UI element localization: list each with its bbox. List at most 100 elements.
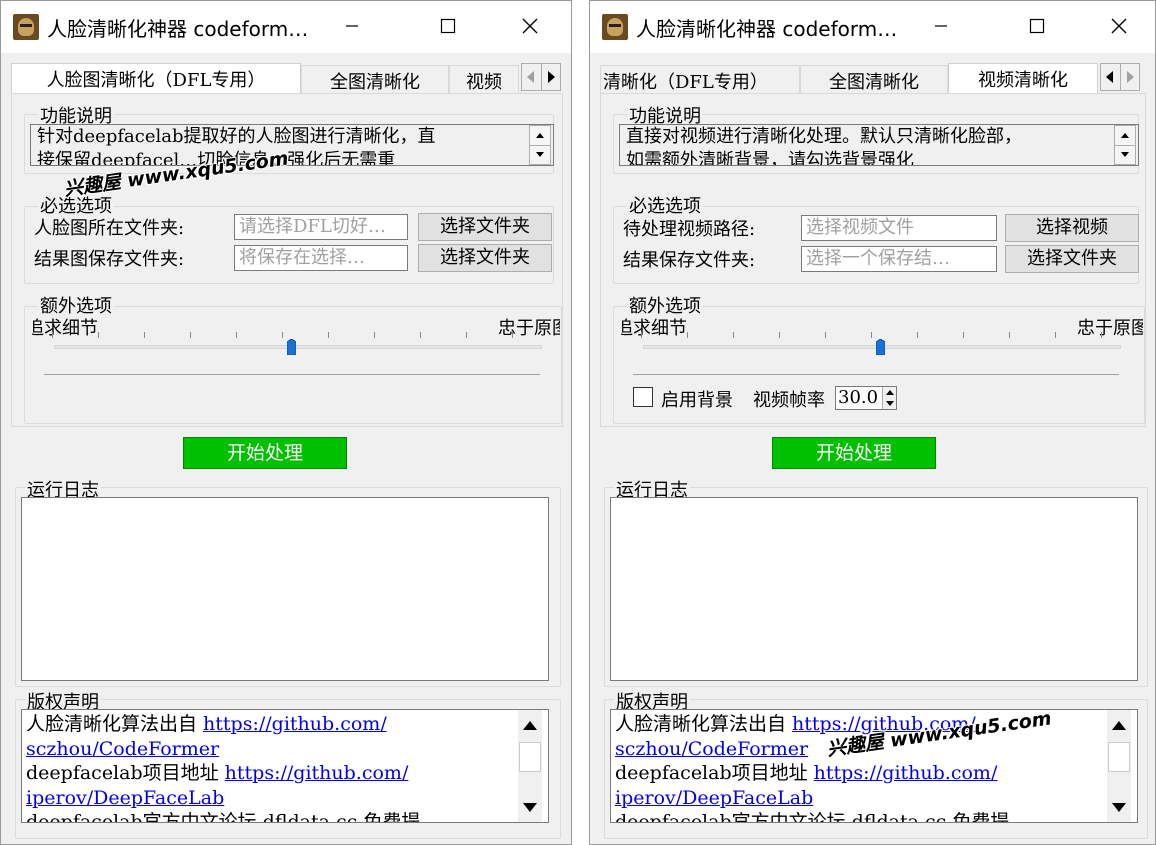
tab-panel: 功能说明 针对deepfacelab提取好的人脸图进行清晰化，直 接保留deep… <box>11 93 563 427</box>
spin-up-button[interactable] <box>530 126 550 145</box>
extra-group <box>24 306 562 424</box>
select-output-folder-button[interactable]: 选择文件夹 <box>418 244 552 272</box>
close-button[interactable] <box>1096 9 1142 43</box>
arrow-left-icon <box>1106 71 1114 83</box>
app-window-right: 人脸清晰化神器 codeform… 清晰化（DFL专用） 全图清晰化 视频清晰化… <box>589 0 1156 845</box>
scroll-up-button[interactable] <box>518 712 542 738</box>
caret-down-icon <box>536 152 544 158</box>
enable-background-checkbox[interactable] <box>633 387 653 407</box>
fps-spinner[interactable] <box>882 387 896 409</box>
start-process-button[interactable]: 开始处理 <box>772 437 936 469</box>
caret-down-icon <box>1121 152 1129 158</box>
codeformer-link-part1[interactable]: https://github.com/ <box>203 713 387 735</box>
close-icon <box>1111 18 1127 34</box>
deepfacelab-link-part2[interactable]: iperov/DeepFaceLab <box>26 787 224 809</box>
output-folder-label: 结果保存文件夹: <box>623 250 756 271</box>
fps-down-button[interactable] <box>883 398 896 409</box>
scroll-up-icon <box>523 720 537 730</box>
tab-strip: 人脸图清晰化（DFL专用） 全图清晰化 视频 <box>9 63 561 93</box>
close-button[interactable] <box>507 9 553 43</box>
title-bar[interactable]: 人脸清晰化神器 codeform… <box>1 1 571 53</box>
window-title: 人脸清晰化神器 codeform… <box>636 17 898 41</box>
arrow-right-icon <box>547 71 555 83</box>
app-icon <box>13 14 39 40</box>
tab-scroll-left-button[interactable] <box>522 64 541 90</box>
spin-down-button[interactable] <box>1115 144 1135 165</box>
close-icon <box>522 18 538 34</box>
fps-label: 视频帧率 <box>753 390 825 411</box>
log-textbox[interactable] <box>610 497 1138 681</box>
deepfacelab-link-part1[interactable]: https://github.com/ <box>814 762 998 784</box>
fps-up-button[interactable] <box>883 387 896 398</box>
video-path-label: 待处理视频路径: <box>623 219 756 240</box>
face-folder-label: 人脸图所在文件夹: <box>34 218 185 239</box>
start-process-button[interactable]: 开始处理 <box>183 437 347 469</box>
scroll-down-button[interactable] <box>1107 794 1131 820</box>
spin-down-button[interactable] <box>530 144 550 165</box>
copyright-scrollbar[interactable] <box>1107 710 1131 822</box>
output-folder-input[interactable]: 将保存在选择… <box>234 245 408 271</box>
slider-thumb[interactable] <box>875 338 886 356</box>
scroll-thumb[interactable] <box>519 742 541 772</box>
credit-dfl-text: deepfacelab项目地址 <box>26 762 225 784</box>
func-desc-line1: 直接对视频进行清晰化处理。默认只清晰化脸部， <box>626 126 1022 147</box>
caret-up-icon <box>885 390 894 395</box>
copyright-text: 人脸清晰化算法出自 https://github.com/ sczhou/Cod… <box>26 712 506 822</box>
codeformer-link-part2[interactable]: sczhou/CodeFormer <box>615 738 808 760</box>
credit-dfl-text: deepfacelab项目地址 <box>615 762 814 784</box>
copyright-textbox[interactable]: 人脸清晰化算法出自 https://github.com/ sczhou/Cod… <box>21 709 549 823</box>
tab-scroll-arrows <box>1100 63 1140 91</box>
spin-up-button[interactable] <box>1115 126 1135 145</box>
output-folder-input[interactable]: 选择一个保存结… <box>801 246 997 272</box>
slider-track[interactable] <box>54 345 542 349</box>
tab-strip: 清晰化（DFL专用） 全图清晰化 视频清晰化 <box>598 63 1145 93</box>
enable-background-label: 启用背景 <box>661 390 733 411</box>
minimize-icon <box>935 25 947 27</box>
tab-scroll-arrows <box>521 63 561 91</box>
tab-scroll-right-button[interactable] <box>1119 64 1140 90</box>
maximize-button[interactable] <box>1014 9 1060 43</box>
tab-full-image[interactable]: 全图清晰化 <box>301 65 449 93</box>
output-folder-label: 结果图保存文件夹: <box>34 249 185 270</box>
caret-up-icon <box>1121 132 1129 138</box>
deepfacelab-link-part2[interactable]: iperov/DeepFaceLab <box>615 787 813 809</box>
title-bar[interactable]: 人脸清晰化神器 codeform… <box>590 1 1155 53</box>
fps-input[interactable]: 30.0 <box>835 386 897 410</box>
caret-down-icon <box>885 401 894 406</box>
maximize-icon <box>440 18 456 34</box>
select-output-folder-button[interactable]: 选择文件夹 <box>1005 245 1139 273</box>
minimize-button[interactable] <box>329 9 375 43</box>
tab-scroll-right-button[interactable] <box>540 64 561 90</box>
func-desc-spinner[interactable] <box>1114 125 1136 165</box>
scroll-up-button[interactable] <box>1107 712 1131 738</box>
copyright-scrollbar[interactable] <box>518 710 542 822</box>
tab-video[interactable]: 视频清晰化 <box>948 63 1098 93</box>
scroll-down-icon <box>1112 802 1126 812</box>
app-icon <box>602 14 628 40</box>
scroll-thumb[interactable] <box>1108 742 1130 772</box>
tab-face-dfl[interactable]: 清晰化（DFL专用） <box>600 65 800 93</box>
tab-face-dfl[interactable]: 人脸图清晰化（DFL专用） <box>11 63 301 93</box>
tab-full-image[interactable]: 全图清晰化 <box>800 65 948 93</box>
log-textbox[interactable] <box>21 497 549 681</box>
select-face-folder-button[interactable]: 选择文件夹 <box>418 213 552 241</box>
deepfacelab-link-part1[interactable]: https://github.com/ <box>225 762 409 784</box>
scroll-down-button[interactable] <box>518 794 542 820</box>
face-folder-input[interactable]: 请选择DFL切好… <box>234 214 408 240</box>
select-video-button[interactable]: 选择视频 <box>1005 214 1139 242</box>
minimize-button[interactable] <box>918 9 964 43</box>
slider-thumb[interactable] <box>286 338 297 356</box>
func-desc-textbox: 针对deepfacelab提取好的人脸图进行清晰化，直 接保留deepfacel… <box>30 124 554 166</box>
maximize-button[interactable] <box>425 9 471 43</box>
scroll-down-icon <box>523 802 537 812</box>
minimize-icon <box>346 25 358 27</box>
copyright-textbox[interactable]: 人脸清晰化算法出自 https://github.com/ sczhou/Cod… <box>610 709 1138 823</box>
tab-video[interactable]: 视频 <box>449 65 519 93</box>
window-title: 人脸清晰化神器 codeform… <box>47 17 309 41</box>
func-desc-spinner[interactable] <box>529 125 551 165</box>
extra-separator <box>44 374 540 375</box>
codeformer-link-part2[interactable]: sczhou/CodeFormer <box>26 738 219 760</box>
video-path-input[interactable]: 选择视频文件 <box>801 215 997 241</box>
tab-scroll-left-button[interactable] <box>1101 64 1120 90</box>
func-desc-line2: 如需额外清晰背景，请勾选背景强化 <box>626 150 914 166</box>
